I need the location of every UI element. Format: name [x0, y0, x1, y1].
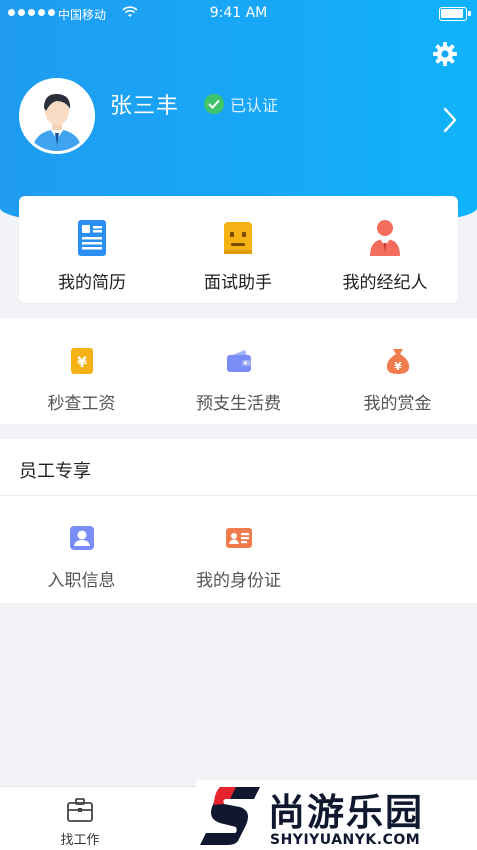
resume-icon [74, 218, 110, 258]
id-card-icon [225, 524, 253, 552]
salary-query-button[interactable]: ¥ 秒查工资 [2, 318, 161, 424]
avatar[interactable] [19, 78, 95, 154]
advance-living-expense-label: 预支生活费 [196, 394, 281, 414]
briefcase-icon [65, 795, 95, 825]
site-watermark: 尚游乐园 SHYIYUANYK.COM [196, 780, 477, 850]
finance-menu: ¥ 秒查工资 预支生活费 ¥ 我的赏金 [0, 318, 477, 424]
my-agent-label: 我的经纪人 [342, 273, 428, 293]
check-icon [204, 94, 224, 114]
advance-living-expense-button[interactable]: 预支生活费 [159, 318, 318, 424]
verified-badge: 已认证 [204, 92, 278, 116]
svg-text:¥: ¥ [394, 360, 402, 373]
salary-query-label: 秒查工资 [47, 394, 116, 414]
interview-assistant-label: 面试助手 [204, 273, 272, 293]
my-bounty-label: 我的赏金 [363, 394, 432, 414]
my-id-card-button[interactable]: 我的身份证 [159, 496, 318, 603]
money-bag-icon: ¥ [384, 346, 412, 376]
interview-assistant-button[interactable]: 面试助手 [165, 196, 311, 303]
profile-card-icon [68, 524, 96, 552]
my-resume-button[interactable]: 我的简历 [19, 196, 165, 303]
agent-icon [367, 218, 403, 258]
watermark-domain: SHYIYUANYK.COM [270, 832, 421, 848]
settings-gear-icon[interactable] [432, 41, 458, 67]
tab-find-job[interactable]: 找工作 [0, 787, 160, 850]
robot-icon [220, 218, 256, 258]
chevron-right-icon[interactable] [440, 107, 460, 133]
employee-exclusive-section: 员工专享 入职信息 我的身份证 [0, 439, 477, 603]
my-resume-label: 我的简历 [58, 273, 126, 293]
clock: 9:41 AM [209, 5, 268, 21]
salary-icon: ¥ [68, 346, 96, 376]
user-name: 张三丰 [110, 94, 180, 119]
svg-text:¥: ¥ [77, 355, 87, 371]
my-id-card-label: 我的身份证 [196, 571, 281, 591]
quick-menu-card: 我的简历 面试助手 我的经纪人 [19, 196, 458, 303]
watermark-title: 尚游乐园 [268, 791, 424, 834]
verified-label: 已认证 [230, 96, 279, 115]
onboarding-info-button[interactable]: 入职信息 [2, 496, 161, 603]
battery-icon [439, 7, 471, 21]
watermark-logo-icon [200, 783, 262, 847]
wallet-icon [225, 346, 253, 376]
my-bounty-button[interactable]: ¥ 我的赏金 [318, 318, 477, 424]
status-bar: 中国移动 9:41 AM [0, 0, 477, 28]
my-agent-button[interactable]: 我的经纪人 [312, 196, 458, 303]
onboarding-info-label: 入职信息 [47, 571, 116, 591]
section-title: 员工专享 [19, 461, 91, 482]
tab-find-job-label: 找工作 [60, 833, 100, 848]
